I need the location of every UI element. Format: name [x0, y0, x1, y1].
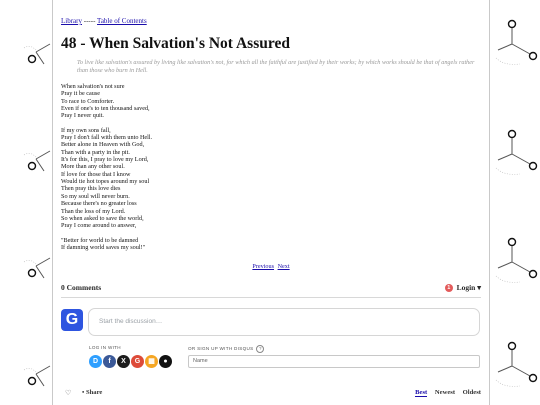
- login-button[interactable]: Login ▾: [457, 283, 481, 292]
- google-login-icon[interactable]: G: [131, 355, 144, 368]
- poem-line: If love for those that I know: [61, 170, 131, 178]
- disqus-login-icon[interactable]: D: [89, 355, 102, 368]
- page-title: 48 - When Salvation's Not Assured: [61, 35, 290, 52]
- x-login-icon[interactable]: X: [117, 355, 130, 368]
- login-with-label: LOG IN WITH: [89, 345, 121, 350]
- breadcrumb-toc-link[interactable]: Table of Contents: [97, 17, 147, 25]
- comments-divider: [61, 297, 481, 298]
- name-field[interactable]: Name: [188, 355, 480, 368]
- right-doodle-4: [494, 340, 540, 400]
- poem-body: When salvation's not sure Pray it be cau…: [61, 83, 301, 258]
- breadcrumb-library-link[interactable]: Library: [61, 17, 82, 25]
- poem-line: Even if one's to ten thousand saved,: [61, 105, 150, 113]
- poem-line: So my soul will never burn.: [61, 192, 130, 200]
- poem-line: Pray I come around to answer,: [61, 222, 137, 230]
- epigraph: To live like salvation's assured by livi…: [77, 59, 475, 74]
- left-doodle-4: [22, 360, 52, 390]
- sort-tabs: Best Newest Oldest: [409, 389, 481, 397]
- avatar: G: [61, 309, 83, 331]
- microsoft-login-icon[interactable]: ▦: [145, 355, 158, 368]
- right-doodle-1: [494, 18, 540, 78]
- left-doodle-2: [22, 145, 52, 175]
- poem-line: Would tie hot topes around my soul: [61, 178, 150, 186]
- poem-line: "Better for world to be damned: [61, 236, 139, 244]
- breadcrumb-separator: -----: [83, 17, 96, 25]
- login-menu[interactable]: 1 Login ▾: [444, 283, 481, 292]
- poem-line: Than the loss of my Lord.: [61, 207, 126, 215]
- poem-line: If damning world saves my soul!": [61, 243, 146, 251]
- left-doodle-1: [22, 38, 52, 68]
- notification-badge: 1: [444, 284, 453, 292]
- poem-line: Because there's no greater loss: [61, 200, 137, 208]
- poem-line: It's for this, I pray to love my Lord,: [61, 156, 149, 164]
- signup-with-label: OR SIGN UP WITH DISQUS?: [188, 345, 265, 353]
- poem-line: Pray I never quit.: [61, 112, 104, 120]
- poem-line: Then pray this love dies: [61, 185, 121, 193]
- left-doodle-3: [22, 252, 52, 282]
- poem-line: To race to Comforter.: [61, 97, 115, 105]
- comment-input[interactable]: Start the discussion…: [88, 308, 480, 336]
- previous-link[interactable]: Previous: [252, 263, 274, 270]
- right-doodle-2: [494, 128, 540, 188]
- poem-line: When salvation's not sure: [61, 83, 125, 90]
- sort-newest-tab[interactable]: Newest: [435, 389, 455, 396]
- breadcrumb: Library ----- Table of Contents: [61, 17, 147, 25]
- poem-line: More than any other soul.: [61, 163, 125, 171]
- comments-footer: ♡ • Share Best Newest Oldest: [61, 389, 481, 401]
- poem-line: Than with a party in the pit.: [61, 148, 130, 156]
- signup-with-text: OR SIGN UP WITH DISQUS: [188, 346, 254, 351]
- poem-stanza-3: "Better for world to be damned If damnin…: [61, 237, 301, 252]
- poem-line: Better alone in Heaven with God,: [61, 141, 145, 149]
- help-icon[interactable]: ?: [256, 345, 265, 353]
- poem-stanza-1: When salvation's not sure Pray it be cau…: [61, 83, 301, 120]
- facebook-login-icon[interactable]: f: [103, 355, 116, 368]
- sort-oldest-tab[interactable]: Oldest: [463, 389, 481, 396]
- pager: Previous Next: [61, 263, 481, 270]
- poem-line: If my own sons fall,: [61, 126, 111, 134]
- poem-line: So when asked to save the world,: [61, 214, 144, 222]
- content-page: Library ----- Table of Contents 48 - Whe…: [52, 0, 490, 405]
- apple-login-icon[interactable]: ●: [159, 355, 172, 368]
- comment-count: 0 Comments: [61, 283, 102, 292]
- poem-line: Pray I don't fall with them unto Hell.: [61, 134, 153, 142]
- poem-line: Pray it be cause: [61, 90, 101, 98]
- poem-stanza-2: If my own sons fall, Pray I don't fall w…: [61, 127, 301, 230]
- sort-best-tab[interactable]: Best: [415, 389, 428, 397]
- share-button[interactable]: • Share: [82, 389, 102, 396]
- heart-icon[interactable]: ♡: [65, 389, 71, 397]
- next-link[interactable]: Next: [278, 263, 290, 270]
- right-doodle-3: [494, 236, 540, 296]
